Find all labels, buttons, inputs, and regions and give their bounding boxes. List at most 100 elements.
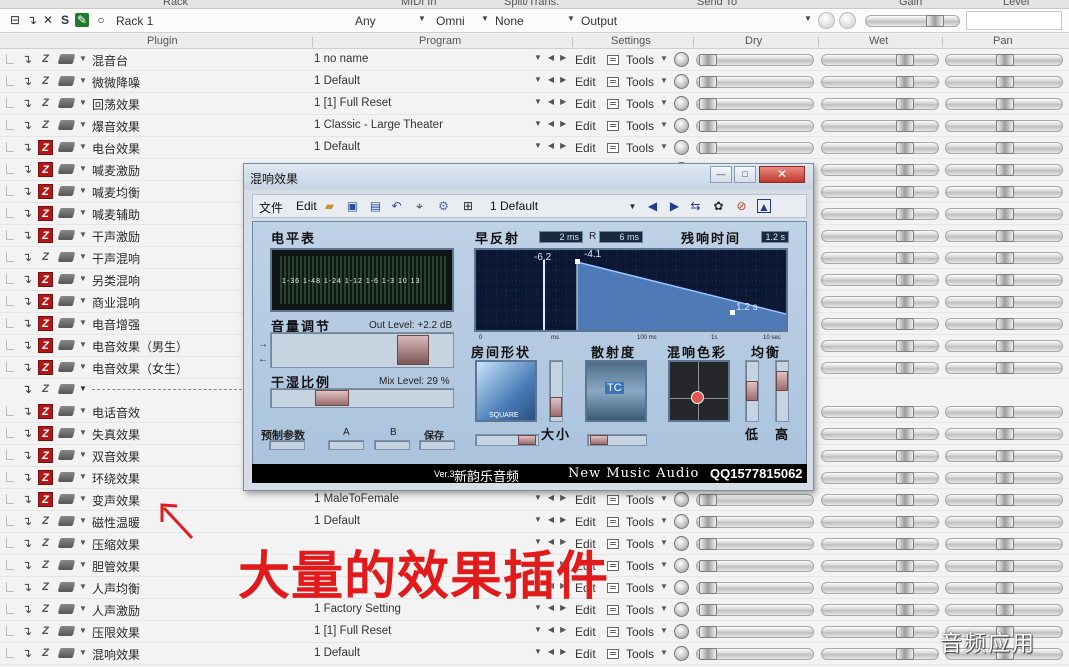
preset-button[interactable]: [269, 440, 305, 450]
z-icon[interactable]: Z: [38, 140, 53, 155]
midi-in-select[interactable]: Any: [355, 14, 376, 28]
slider-thumb[interactable]: [896, 560, 914, 572]
slider-thumb[interactable]: [896, 274, 914, 286]
pan-slider[interactable]: [945, 120, 1063, 132]
wet-slider[interactable]: [821, 252, 939, 264]
dry-slider[interactable]: [696, 648, 814, 660]
chevron-down-icon[interactable]: ▼: [660, 516, 668, 525]
edit-button[interactable]: Edit: [575, 141, 596, 155]
slider-thumb[interactable]: [996, 406, 1014, 418]
plugin-name[interactable]: 回荡效果: [92, 96, 140, 113]
slider-thumb[interactable]: [896, 604, 914, 616]
route-arrow-icon[interactable]: ↴: [22, 558, 32, 572]
chevron-down-icon[interactable]: ▼: [79, 626, 87, 635]
tools-icon[interactable]: [607, 55, 619, 65]
wet-slider[interactable]: [821, 98, 939, 110]
tools-icon[interactable]: [607, 649, 619, 659]
slider-thumb[interactable]: [896, 252, 914, 264]
z-icon[interactable]: Z: [38, 250, 53, 265]
slider-thumb[interactable]: [996, 230, 1014, 242]
z-icon[interactable]: Z: [38, 206, 53, 221]
plugin-name[interactable]: 电音效果（男生）: [92, 338, 188, 355]
chevron-down-icon[interactable]: ▼: [79, 142, 87, 151]
z-icon[interactable]: Z: [38, 338, 53, 353]
z-icon[interactable]: Z: [38, 52, 53, 67]
chevron-down-icon[interactable]: ▼: [481, 14, 489, 23]
pan-slider[interactable]: [945, 76, 1063, 88]
route-arrow-icon[interactable]: ↴: [22, 52, 32, 66]
plugin-name[interactable]: 电话音效: [92, 404, 140, 421]
plugin-name[interactable]: 喊麦激励: [92, 162, 140, 179]
bypass-knob-icon[interactable]: [674, 96, 689, 111]
plugin-name[interactable]: 喊麦辅助: [92, 206, 140, 223]
plugin-row[interactable]: ↴Z▼压限效果1 [1] Full Reset▼◀▶EditTools▼: [0, 621, 1069, 643]
slider-thumb[interactable]: [896, 296, 914, 308]
slider-thumb[interactable]: [996, 296, 1014, 308]
pan-slider[interactable]: [945, 208, 1063, 220]
tools-button[interactable]: Tools: [626, 581, 654, 595]
slider-thumb[interactable]: [996, 54, 1014, 66]
decay-value[interactable]: 1.2 s: [761, 231, 789, 243]
slider-thumb[interactable]: [896, 648, 914, 660]
plugin-name[interactable]: 干声混响: [92, 250, 140, 267]
slider-thumb[interactable]: [896, 120, 914, 132]
dry-slider[interactable]: [696, 560, 814, 572]
preset-b-button[interactable]: [374, 440, 410, 450]
slider-thumb[interactable]: [996, 98, 1014, 110]
z-icon[interactable]: Z: [38, 580, 53, 595]
chevron-down-icon[interactable]: ▼: [79, 54, 87, 63]
tools-icon[interactable]: [607, 121, 619, 131]
chevron-down-icon[interactable]: ▼: [660, 54, 668, 63]
pan-slider[interactable]: [945, 582, 1063, 594]
slider-thumb[interactable]: [996, 340, 1014, 352]
route-arrow-icon[interactable]: ↴: [22, 162, 32, 176]
tools-icon[interactable]: [607, 517, 619, 527]
dry-slider[interactable]: [696, 582, 814, 594]
chevron-down-icon[interactable]: ▼: [79, 274, 87, 283]
route-arrow-icon[interactable]: ↴: [22, 250, 32, 264]
tools-button[interactable]: Tools: [626, 97, 654, 111]
route-arrow-icon[interactable]: ↴: [22, 646, 32, 660]
diffusion-knob[interactable]: [590, 435, 608, 445]
dry-slider[interactable]: [696, 120, 814, 132]
plugin-row[interactable]: ↴Z▼微微降噪1 Default▼◀▶EditTools▼: [0, 71, 1069, 93]
plugin-name[interactable]: 电台效果: [92, 140, 140, 157]
plugin-name[interactable]: 压缩效果: [92, 536, 140, 553]
link-icon[interactable]: ✿: [711, 199, 726, 214]
program-name[interactable]: 1 [1] Full Reset: [314, 625, 391, 637]
slider-thumb[interactable]: [896, 538, 914, 550]
z-icon[interactable]: Z: [38, 492, 53, 507]
slider-thumb[interactable]: [896, 516, 914, 528]
tools-button[interactable]: Tools: [626, 537, 654, 551]
plugin-name[interactable]: 微微降噪: [92, 74, 140, 91]
slider-thumb[interactable]: [699, 98, 717, 110]
slider-thumb[interactable]: [896, 406, 914, 418]
preset-save-button[interactable]: [419, 440, 455, 450]
bypass-knob-icon[interactable]: [674, 492, 689, 507]
plugin-name[interactable]: 环绕效果: [92, 470, 140, 487]
slider-thumb[interactable]: [699, 494, 717, 506]
bypass-knob-icon[interactable]: [674, 514, 689, 529]
route-arrow-icon[interactable]: ↴: [22, 536, 32, 550]
bypass-knob-icon[interactable]: [674, 646, 689, 661]
slider-thumb[interactable]: [996, 494, 1014, 506]
slider-thumb[interactable]: [896, 208, 914, 220]
slider-thumb[interactable]: [699, 626, 717, 638]
tools-button[interactable]: Tools: [626, 515, 654, 529]
chevron-down-icon[interactable]: ▼: [660, 76, 668, 85]
z-icon[interactable]: Z: [38, 184, 53, 199]
chevron-down-icon[interactable]: ▼: [79, 472, 87, 481]
chevron-down-icon[interactable]: ▼: [567, 14, 575, 23]
room-shape-picture[interactable]: SQUARE: [475, 360, 537, 422]
plugin-name[interactable]: 失真效果: [92, 426, 140, 443]
chevron-down-icon[interactable]: ▼: [79, 516, 87, 525]
slider-thumb[interactable]: [896, 54, 914, 66]
mute-button[interactable]: [818, 12, 835, 29]
chevron-down-icon[interactable]: ▼: [79, 648, 87, 657]
shuffle-icon[interactable]: ⇆: [688, 199, 703, 214]
bypass-knob-icon[interactable]: [674, 140, 689, 155]
wet-slider[interactable]: [821, 164, 939, 176]
channel-select[interactable]: Omni: [436, 14, 465, 28]
program-name[interactable]: 1 Default: [314, 647, 360, 659]
slider-thumb[interactable]: [896, 362, 914, 374]
